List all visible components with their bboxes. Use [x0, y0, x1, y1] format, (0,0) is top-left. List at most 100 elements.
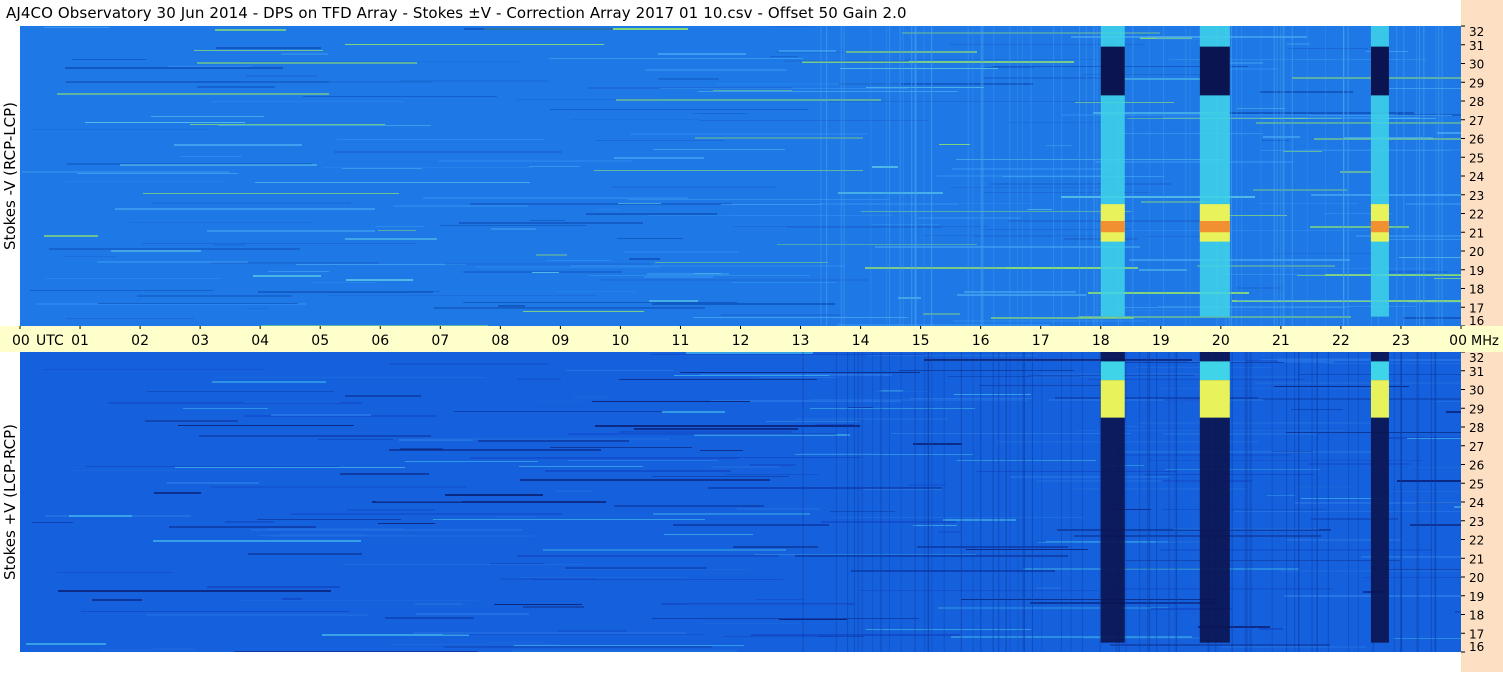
- interference-line: [1244, 352, 1246, 652]
- noise-streak: [1271, 422, 1344, 423]
- noise-streak: [1394, 638, 1461, 639]
- noise-streak: [328, 295, 597, 296]
- noise-streak: [1126, 560, 1401, 561]
- noise-streak: [73, 470, 272, 471]
- noise-streak: [1110, 644, 1330, 646]
- noise-streak: [1162, 509, 1326, 510]
- noise-streak: [699, 120, 928, 121]
- noise-streak: [653, 513, 810, 515]
- noise-streak: [592, 401, 750, 402]
- noise-streak: [342, 168, 422, 169]
- interference-line: [1324, 26, 1326, 326]
- time-tick-label: 06: [371, 333, 389, 349]
- noise-streak: [1229, 215, 1287, 216]
- noise-streak: [1270, 268, 1433, 269]
- interference-line: [1096, 26, 1098, 326]
- time-tick-label: 08: [491, 333, 509, 349]
- freq-tick-label: 23: [1469, 515, 1484, 529]
- noise-streak: [1446, 411, 1461, 413]
- noise-streak: [1173, 528, 1319, 530]
- interference-line: [1316, 352, 1318, 652]
- noise-streak: [624, 251, 739, 253]
- noise-streak: [655, 262, 828, 263]
- interference-line: [1061, 26, 1063, 326]
- freq-tick-label: 32: [1469, 351, 1484, 365]
- noise-streak: [514, 645, 744, 646]
- noise-streak: [207, 230, 375, 232]
- interference-line: [1423, 26, 1425, 326]
- noise-streak: [58, 590, 331, 592]
- noise-streak: [532, 579, 783, 580]
- noise-streak: [913, 525, 957, 526]
- noise-streak: [225, 521, 274, 523]
- noise-streak: [470, 203, 732, 205]
- interference-line: [840, 26, 842, 326]
- noise-streak: [720, 457, 861, 458]
- interference-line: [1396, 26, 1398, 326]
- burst-burst-20: [1199, 352, 1230, 643]
- noise-streak: [22, 171, 230, 173]
- interference-line: [1060, 352, 1062, 652]
- noise-streak: [872, 166, 898, 168]
- bottom-panel-ylabel: Stokes +V (LCP-RCP): [0, 352, 20, 652]
- noise-streak: [693, 113, 747, 114]
- interference-line: [967, 26, 969, 326]
- noise-streak: [961, 599, 1216, 600]
- freq-tick-label: 21: [1469, 226, 1484, 240]
- noise-streak: [1003, 176, 1164, 177]
- noise-streak: [652, 618, 919, 619]
- noise-streak: [1455, 611, 1461, 613]
- freq-tick-label: 25: [1469, 151, 1484, 165]
- interference-line: [1030, 26, 1032, 326]
- interference-line: [982, 26, 984, 326]
- noise-streak: [952, 168, 1111, 170]
- interference-line: [1021, 26, 1023, 326]
- time-axis: 00 01 02 03 04 05 06 07 08 09 10 11 12 13 14 15 16 17 18 19…: [0, 326, 1503, 352]
- noise-streak: [519, 466, 643, 467]
- noise-streak: [26, 643, 106, 645]
- interference-line: [1231, 352, 1233, 652]
- interference-line: [1053, 26, 1055, 326]
- interference-line: [888, 352, 890, 652]
- noise-streak: [840, 68, 998, 69]
- time-tick-label: 15: [912, 333, 930, 349]
- noise-streak: [1158, 388, 1393, 389]
- noise-streak: [938, 531, 961, 533]
- noise-streak: [566, 370, 674, 371]
- noise-streak: [828, 101, 1102, 102]
- interference-line: [1393, 352, 1395, 652]
- interference-line: [1185, 26, 1187, 326]
- noise-streak: [279, 534, 366, 535]
- noise-streak: [97, 261, 248, 263]
- interference-line: [902, 26, 904, 326]
- noise-streak: [939, 144, 970, 145]
- noise-streak: [909, 484, 946, 486]
- interference-line: [857, 352, 859, 652]
- freq-tick-label: 30: [1469, 384, 1484, 398]
- interference-line: [1009, 26, 1011, 326]
- interference-line: [1005, 352, 1007, 652]
- interference-line: [924, 352, 926, 652]
- time-tick-label: 12: [732, 333, 750, 349]
- noise-streak: [795, 454, 973, 455]
- interference-line: [1139, 352, 1141, 652]
- noise-streak: [1256, 122, 1461, 124]
- noise-streak: [711, 466, 779, 468]
- noise-streak: [1408, 467, 1461, 468]
- noise-streak: [1261, 140, 1289, 141]
- noise-streak: [588, 275, 810, 276]
- noise-streak: [137, 295, 292, 297]
- noise-streak: [783, 60, 909, 62]
- time-tick-label: 02: [131, 333, 149, 349]
- interference-line: [1311, 352, 1313, 652]
- noise-streak: [573, 396, 606, 398]
- noise-streak: [143, 193, 399, 194]
- interference-line: [1343, 26, 1345, 326]
- time-tick-label: 18: [1092, 333, 1110, 349]
- noise-streak: [345, 44, 604, 45]
- noise-streak: [983, 192, 1150, 193]
- burst-hot-band: [1370, 380, 1389, 418]
- noise-streak: [614, 505, 764, 507]
- noise-streak: [647, 273, 729, 275]
- noise-streak: [337, 139, 545, 140]
